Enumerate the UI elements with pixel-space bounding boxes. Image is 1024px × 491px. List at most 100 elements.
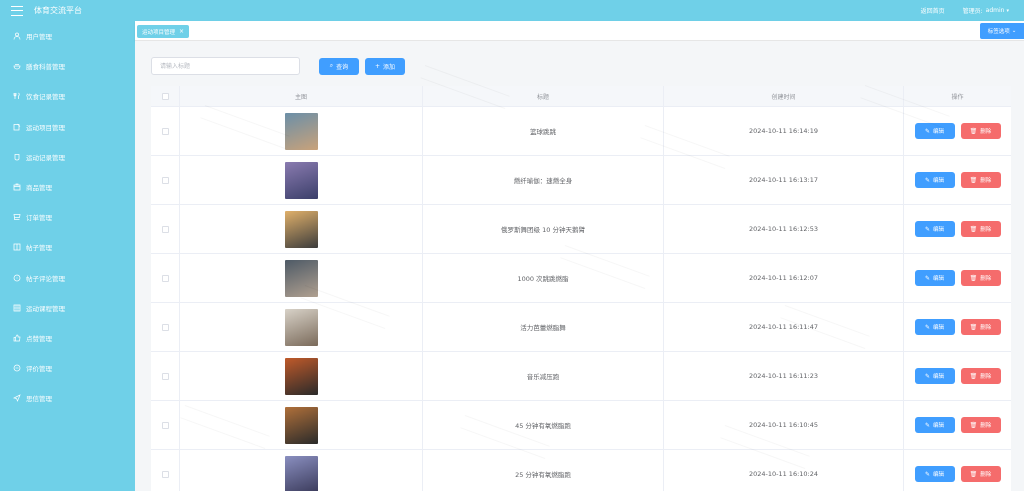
thumbnail-image[interactable] [284,406,318,444]
edit-button[interactable]: ✎ 编辑 [914,221,955,237]
query-button[interactable]: ⌕ 查询 [319,57,359,75]
row-checkbox[interactable] [161,323,169,331]
user-label: 管理员: [962,8,983,15]
row-ops: ✎ 编辑 🗑 删除 [904,107,1011,155]
trash-icon: 🗑 [969,323,978,331]
header-image: 主图 [180,86,423,106]
row-checkbox[interactable] [161,421,169,429]
sidebar-item-0[interactable]: 用户管理 [0,21,135,51]
edit-button[interactable]: ✎ 编辑 [914,417,955,433]
edit-icon: ✎ [924,176,930,184]
sidebar-item-2[interactable]: 饮食记录管理 [0,81,135,111]
row-check-cell [151,450,180,491]
menu-toggle-icon[interactable] [11,5,23,16]
thumbnail-image[interactable] [284,259,318,297]
edit-button[interactable]: ✎ 编辑 [914,172,955,188]
sidebar-item-6[interactable]: 订单管理 [0,202,135,232]
edit-button[interactable]: ✎ 编辑 [914,270,955,286]
edit-icon: ✎ [924,421,930,429]
delete-button[interactable]: 🗑 删除 [960,417,1001,433]
close-icon[interactable]: × [179,28,184,35]
row-image-cell [180,156,423,204]
sidebar-item-4[interactable]: 运动记录管理 [0,142,135,172]
edit-button[interactable]: ✎ 编辑 [914,123,955,139]
row-title: 活力芭蕾燃脂舞 [423,303,664,351]
row-title: 篮球跳跳 [423,107,664,155]
delete-button[interactable]: 🗑 删除 [960,270,1001,286]
sidebar-item-10[interactable]: 点赞管理 [0,323,135,353]
table-row: 音乐减压跑 2024-10-11 16:11:23 ✎ 编辑 🗑 删除 [151,352,1011,401]
select-all-checkbox[interactable] [161,92,169,100]
delete-button[interactable]: 🗑 删除 [960,368,1001,384]
sidebar-item-5[interactable]: 商品管理 [0,172,135,202]
edit-icon: ✎ [924,127,930,135]
row-title: 25 分钟有氧燃脂跑 [423,450,664,491]
delete-button[interactable]: 🗑 删除 [960,466,1001,482]
thumbnail-image[interactable] [284,112,318,150]
row-title: 45 分钟有氧燃脂跑 [423,401,664,449]
tag-active[interactable]: 运动项目管理 × [137,25,190,38]
row-title: 1000 次跳跳燃脂 [423,254,664,302]
row-created: 2024-10-11 16:10:24 [664,450,904,491]
sidebar-item-label: 商品管理 [26,184,52,193]
sidebar-item-7[interactable]: 帖子管理 [0,232,135,262]
row-checkbox[interactable] [161,470,169,478]
sidebar-item-label: 帖子管理 [26,244,52,253]
edit-icon: ✎ [924,274,930,282]
box-icon [12,183,21,192]
table-row: 25 分钟有氧燃脂跑 2024-10-11 16:10:24 ✎ 编辑 🗑 删除 [151,450,1011,491]
delete-button[interactable]: 🗑 删除 [960,172,1001,188]
row-check-cell [151,156,180,204]
table-body: 篮球跳跳 2024-10-11 16:14:19 ✎ 编辑 🗑 删除 燃纤瑜伽：速燃全身 20… [151,107,1011,491]
sidebar-item-8[interactable]: 帖子评论管理 [0,263,135,293]
plus-icon: + [374,62,380,70]
row-checkbox[interactable] [161,274,169,282]
delete-button[interactable]: 🗑 删除 [960,123,1001,139]
fork-knife-icon [12,92,21,101]
search-icon: ⌕ [329,62,334,69]
sidebar-item-12[interactable]: 思信管理 [0,383,135,413]
delete-button[interactable]: 🗑 删除 [960,319,1001,335]
sidebar-item-label: 订单管理 [26,214,52,223]
top-bar: 体育交流平台 返回首页 管理员: admin ▾ [0,0,1024,21]
row-created: 2024-10-11 16:14:19 [664,107,904,155]
sidebar-item-3[interactable]: 运动项目管理 [0,112,135,142]
thumbnail-image[interactable] [284,455,318,491]
sidebar-item-label: 用户管理 [26,33,52,42]
thumbnail-image[interactable] [284,357,318,395]
delete-label: 删除 [980,227,992,233]
tag-options-label: 标签选项 [987,29,1010,35]
edit-icon: ✎ [924,323,930,331]
edit-label: 编辑 [933,276,945,282]
delete-button[interactable]: 🗑 删除 [960,221,1001,237]
edit-icon [12,122,21,131]
thumbnail-image[interactable] [284,210,318,248]
add-button[interactable]: + 添加 [365,57,405,75]
row-checkbox[interactable] [161,127,169,135]
delete-label: 删除 [980,276,992,282]
search-input[interactable] [151,57,300,75]
sidebar-item-1[interactable]: 膳食科普管理 [0,51,135,81]
thumbnail-image[interactable] [284,161,318,199]
chevron-down-icon[interactable]: ▾ [1006,8,1009,14]
edit-button[interactable]: ✎ 编辑 [914,466,955,482]
sidebar-item-label: 帖子评论管理 [26,274,65,283]
delete-label: 删除 [980,325,992,331]
sidebar-item-9[interactable]: 运动课程管理 [0,293,135,323]
edit-button[interactable]: ✎ 编辑 [914,368,955,384]
sidebar-item-11[interactable]: 评价管理 [0,353,135,383]
edit-button[interactable]: ✎ 编辑 [914,319,955,335]
thumbnail-image[interactable] [284,308,318,346]
row-checkbox[interactable] [161,225,169,233]
user-menu[interactable]: admin [986,7,1005,14]
table-row: 活力芭蕾燃脂舞 2024-10-11 16:11:47 ✎ 编辑 🗑 删除 [151,303,1011,352]
home-link[interactable]: 返回首页 [921,6,945,15]
tag-options-button[interactable]: 标签选项 ⌄ [980,23,1024,39]
cup-icon [12,152,21,161]
header-check-cell [151,86,180,106]
row-checkbox[interactable] [161,372,169,380]
edit-label: 编辑 [933,374,945,380]
send-icon [12,394,21,403]
row-title: 燃纤瑜伽：速燃全身 [423,156,664,204]
row-checkbox[interactable] [161,176,169,184]
